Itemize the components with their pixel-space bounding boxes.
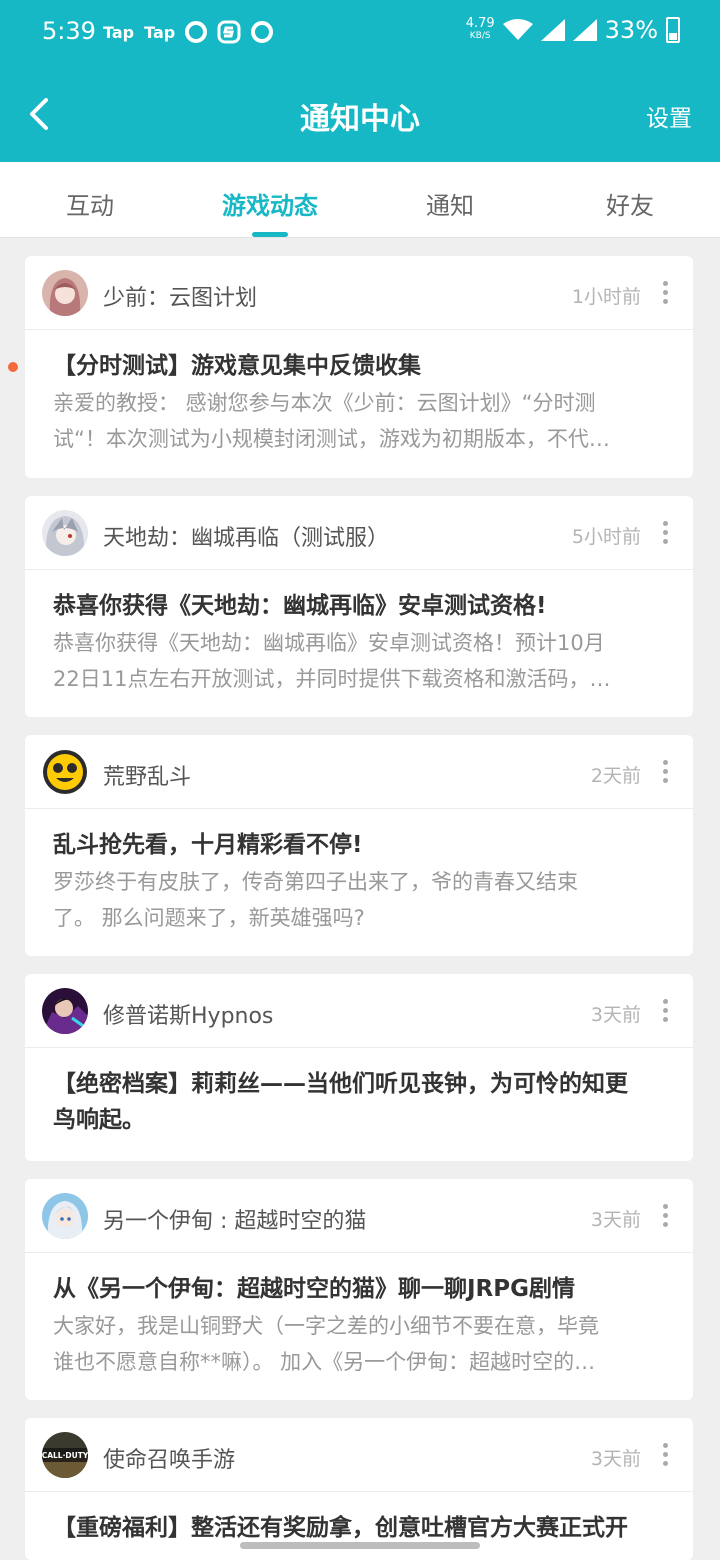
notification-card: 修普诺斯Hypnos 3天前 【绝密档案】莉莉丝——当他们听见丧钟，为可怜的知更… xyxy=(25,974,693,1161)
status-bar: 5:39 Tap Tap 4.79 KB/S 33% xyxy=(0,0,720,66)
more-options-icon[interactable] xyxy=(661,760,669,784)
tab-notifications[interactable]: 通知 xyxy=(426,186,474,221)
game-name: 天地劫：幽城再临（测试服） xyxy=(103,526,390,551)
card-content[interactable]: 【绝密档案】莉莉丝——当他们听见丧钟，为可怜的知更 鸟响起。 xyxy=(25,1048,693,1138)
tab-friends[interactable]: 好友 xyxy=(606,186,654,221)
card-content[interactable]: 乱斗抢先看，十月精彩看不停! 罗莎终于有皮肤了，传奇第四子出来了，爷的青春又结束… xyxy=(25,809,693,936)
card-header: 修普诺斯Hypnos 3天前 xyxy=(25,974,693,1048)
more-options-icon[interactable] xyxy=(661,521,669,545)
dark-character-avatar-icon xyxy=(42,988,88,1034)
game-avatar[interactable]: CALL·DUTY xyxy=(42,1432,88,1478)
notification-card: 少前：云图计划 1小时前 【分时测试】游戏意见集中反馈收集 亲爱的教授： 感谢您… xyxy=(25,256,693,478)
timestamp: 2天前 xyxy=(590,765,641,787)
signal-icon xyxy=(572,19,597,41)
game-name: 使命召唤手游 xyxy=(103,1448,236,1473)
game-name: 少前：云图计划 xyxy=(103,286,258,311)
notification-summary: 罗莎终于有皮肤了，传奇第四子出来了，爷的青春又结束 了。 那么问题来了，新英雄强… xyxy=(53,870,578,930)
notification-summary: 恭喜你获得《天地劫：幽城再临》安卓测试资格！预计10月 22日11点左右开放测试… xyxy=(53,631,611,691)
call-of-duty-avatar-icon: CALL·DUTY xyxy=(42,1432,88,1478)
game-avatar[interactable] xyxy=(42,270,88,316)
notification-title: 【重磅福利】整活还有奖励拿，创意吐槽官方大赛正式开 xyxy=(53,1515,628,1541)
tab-interaction[interactable]: 互动 xyxy=(66,186,114,221)
timestamp: 5小时前 xyxy=(571,526,641,548)
signal-icon xyxy=(540,19,565,41)
white-hair-avatar-icon xyxy=(42,1193,88,1239)
game-name: 修普诺斯Hypnos xyxy=(103,1004,274,1029)
status-time: 5:39 xyxy=(42,17,96,45)
tab-bar: 互动 游戏动态 通知 好友 xyxy=(0,162,720,238)
card-content[interactable]: 从《另一个伊甸：超越时空的猫》聊一聊JRPG剧情 大家好，我是山铜野犬（一字之差… xyxy=(25,1253,693,1380)
battery-percent: 33% xyxy=(604,16,658,44)
tab-game-updates[interactable]: 游戏动态 xyxy=(222,186,318,221)
taptap-icon: Tap xyxy=(144,22,176,42)
notification-title: 【分时测试】游戏意见集中反馈收集 xyxy=(53,353,421,379)
game-name: 荒野乱斗 xyxy=(103,765,192,790)
q-app-icon xyxy=(185,21,208,43)
taptap-icon: Tap xyxy=(103,22,135,42)
anime-girl-avatar-icon xyxy=(42,270,88,316)
card-header: CALL·DUTY 使命召唤手游 3天前 xyxy=(25,1418,693,1492)
timestamp: 1小时前 xyxy=(571,286,641,308)
battery-icon xyxy=(666,17,680,43)
card-header: 天地劫：幽城再临（测试服） 5小时前 xyxy=(25,496,693,570)
brawl-skull-avatar-icon xyxy=(43,750,87,794)
active-tab-indicator xyxy=(252,232,288,237)
svg-text:CALL·DUTY: CALL·DUTY xyxy=(42,1451,88,1460)
card-header: 少前：云图计划 1小时前 xyxy=(25,256,693,330)
timestamp: 3天前 xyxy=(590,1209,641,1231)
wifi-icon xyxy=(502,19,533,40)
notification-title: 恭喜你获得《天地劫：幽城再临》安卓测试资格! xyxy=(53,593,547,619)
status-indicators: 4.79 KB/S 33% xyxy=(466,16,680,44)
s-app-icon xyxy=(217,20,241,44)
card-header: 另一个伊甸 : 超越时空的猫 3天前 xyxy=(25,1179,693,1253)
game-avatar[interactable] xyxy=(42,749,88,795)
notification-title: 乱斗抢先看，十月精彩看不停! xyxy=(53,832,363,858)
notification-summary: 亲爱的教授： 感谢您参与本次《少前：云图计划》“分时测 试“！本次测试为小规模封… xyxy=(53,391,610,451)
more-options-icon[interactable] xyxy=(661,1443,669,1467)
notification-card: 天地劫：幽城再临（测试服） 5小时前 恭喜你获得《天地劫：幽城再临》安卓测试资格… xyxy=(25,496,693,717)
notification-title: 【绝密档案】莉莉丝——当他们听见丧钟，为可怜的知更 鸟响起。 xyxy=(53,1071,628,1133)
game-avatar[interactable] xyxy=(42,510,88,556)
more-options-icon[interactable] xyxy=(661,999,669,1023)
card-content[interactable]: 【重磅福利】整活还有奖励拿，创意吐槽官方大赛正式开 xyxy=(25,1492,693,1546)
game-name: 另一个伊甸 : 超越时空的猫 xyxy=(103,1209,367,1234)
notification-title: 从《另一个伊甸：超越时空的猫》聊一聊JRPG剧情 xyxy=(53,1276,576,1302)
notification-summary: 大家好，我是山铜野犬（一字之差的小细节不要在意，毕竟 谁也不愿意自称**嘛）。 … xyxy=(53,1314,599,1374)
network-speed: 4.79 KB/S xyxy=(465,16,495,41)
more-options-icon[interactable] xyxy=(661,281,669,305)
card-header: 荒野乱斗 2天前 xyxy=(25,735,693,809)
status-app-icons: Tap Tap xyxy=(103,20,274,44)
card-content[interactable]: 【分时测试】游戏意见集中反馈收集 亲爱的教授： 感谢您参与本次《少前：云图计划》… xyxy=(25,330,693,457)
silver-hair-avatar-icon xyxy=(42,510,88,556)
game-avatar[interactable] xyxy=(42,988,88,1034)
timestamp: 3天前 xyxy=(590,1448,641,1470)
game-avatar[interactable] xyxy=(42,1193,88,1239)
notification-card: CALL·DUTY 使命召唤手游 3天前 【重磅福利】整活还有奖励拿，创意吐槽官… xyxy=(25,1418,693,1560)
page-title: 通知中心 xyxy=(300,102,420,137)
card-content[interactable]: 恭喜你获得《天地劫：幽城再临》安卓测试资格! 恭喜你获得《天地劫：幽城再临》安卓… xyxy=(25,570,693,697)
unread-dot xyxy=(8,362,18,372)
app-bar: 通知中心 设置 xyxy=(0,66,720,162)
more-options-icon[interactable] xyxy=(661,1204,669,1228)
home-indicator[interactable] xyxy=(240,1542,480,1549)
notification-card: 另一个伊甸 : 超越时空的猫 3天前 从《另一个伊甸：超越时空的猫》聊一聊JRP… xyxy=(25,1179,693,1400)
settings-button[interactable]: 设置 xyxy=(646,99,692,133)
timestamp: 3天前 xyxy=(590,1004,641,1026)
q-app-icon xyxy=(251,21,274,43)
notification-card: 荒野乱斗 2天前 乱斗抢先看，十月精彩看不停! 罗莎终于有皮肤了，传奇第四子出来… xyxy=(25,735,693,956)
